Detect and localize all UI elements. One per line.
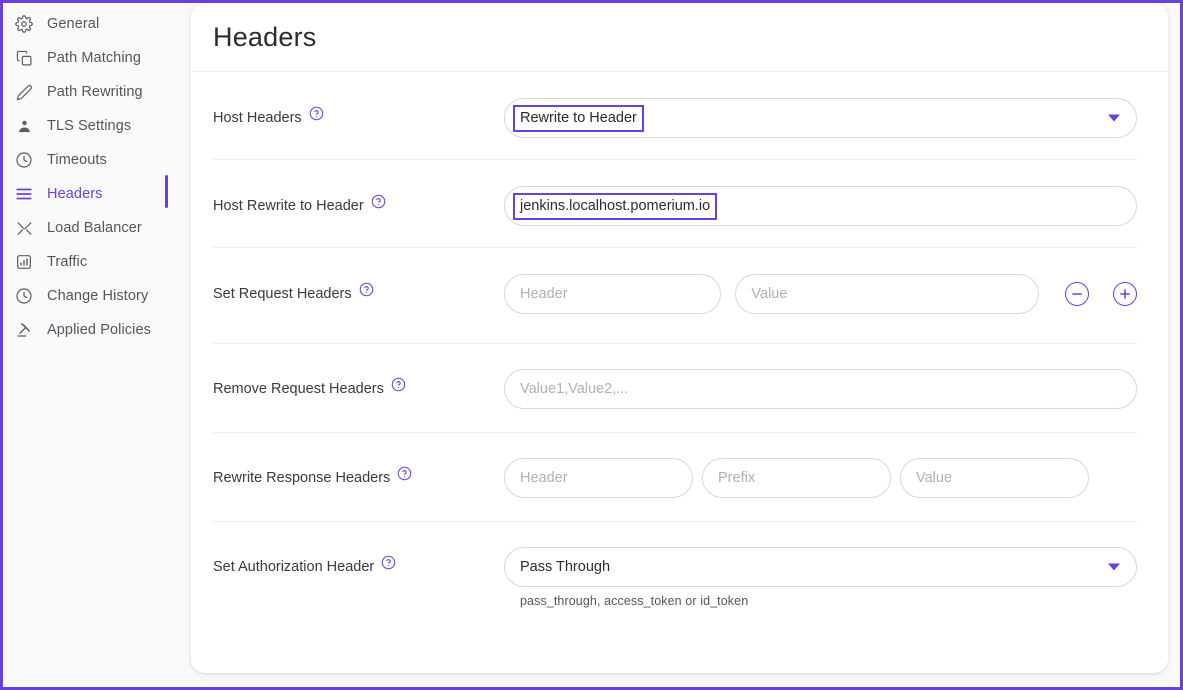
host-rewrite-label-group: Host Rewrite to Header — [213, 198, 504, 214]
rewrite-response-header-value-input[interactable]: Value — [900, 458, 1089, 498]
sidebar-item-headers[interactable]: Headers — [3, 177, 187, 211]
help-icon[interactable] — [381, 555, 396, 570]
sidebar-item-applied-policies[interactable]: Applied Policies — [3, 313, 187, 347]
rewrite-response-headers-field-group: Header Prefix Value — [504, 458, 1137, 498]
gear-icon — [13, 13, 35, 35]
sidebar-item-label: General — [47, 16, 99, 32]
form-row-set-request-headers: Set Request Headers Header — [213, 248, 1137, 344]
sidebar-item-change-history[interactable]: Change History — [3, 279, 187, 313]
remove-request-headers-input[interactable]: Value1,Value2,... — [504, 369, 1137, 409]
app-window: General Path Matching Path Rewriting — [0, 0, 1183, 690]
placeholder-text: Header — [520, 470, 568, 486]
clock-icon — [13, 285, 35, 307]
placeholder-text: Header — [520, 286, 568, 302]
sidebar-item-label: Applied Policies — [47, 322, 151, 338]
person-icon — [13, 115, 35, 137]
remove-request-headers-label-group: Remove Request Headers — [213, 381, 504, 397]
copy-icon — [13, 47, 35, 69]
set-request-header-value-input[interactable]: Value — [735, 274, 1039, 314]
set-request-headers-field-group: Header Value — [504, 274, 1137, 314]
rewrite-response-header-name-input[interactable]: Header — [504, 458, 693, 498]
placeholder-text: Value1,Value2,... — [520, 381, 628, 397]
form-row-remove-request-headers: Remove Request Headers Value1,Value2,... — [213, 344, 1137, 433]
placeholder-text: Prefix — [718, 470, 755, 486]
set-authorization-header-select[interactable]: Pass Through — [504, 547, 1137, 587]
sidebar-item-path-matching[interactable]: Path Matching — [3, 41, 187, 75]
add-row-button[interactable] — [1113, 282, 1137, 306]
help-icon[interactable] — [391, 377, 406, 392]
set-authorization-header-label: Set Authorization Header — [213, 559, 374, 575]
set-request-header-name-input[interactable]: Header — [504, 274, 721, 314]
remove-row-button[interactable] — [1065, 282, 1089, 306]
set-authorization-header-label-group: Set Authorization Header — [213, 559, 504, 575]
gavel-icon — [13, 319, 35, 341]
host-rewrite-to-header-label: Host Rewrite to Header — [213, 198, 364, 214]
page-title: Headers — [213, 22, 316, 53]
lines-icon — [13, 183, 35, 205]
set-authorization-header-field-group: Pass Through pass_through, access_token … — [504, 547, 1137, 608]
rewrite-response-headers-label: Rewrite Response Headers — [213, 470, 390, 486]
host-rewrite-to-header-value: jenkins.localhost.pomerium.io — [515, 195, 715, 218]
form-row-host-headers: Host Headers Rewrite to Header — [213, 72, 1137, 160]
sidebar-item-tls-settings[interactable]: TLS Settings — [3, 109, 187, 143]
sidebar-item-label: Change History — [47, 288, 148, 304]
shuffle-icon — [13, 217, 35, 239]
sidebar-item-path-rewriting[interactable]: Path Rewriting — [3, 75, 187, 109]
sidebar-item-label: Timeouts — [47, 152, 107, 168]
host-headers-field-group: Rewrite to Header — [504, 98, 1137, 138]
settings-card: Headers Host Headers — [191, 3, 1168, 673]
host-headers-select[interactable]: Rewrite to Header — [504, 98, 1137, 138]
form-row-rewrite-response-headers: Rewrite Response Headers Header — [213, 433, 1137, 522]
set-authorization-header-value: Pass Through — [520, 559, 610, 575]
set-request-headers-label-group: Set Request Headers — [213, 286, 504, 302]
host-rewrite-field-group: jenkins.localhost.pomerium.io — [504, 186, 1137, 226]
bar-chart-icon — [13, 251, 35, 273]
chevron-down-icon[interactable] — [1108, 115, 1120, 122]
host-headers-value: Rewrite to Header — [515, 107, 642, 130]
sidebar-item-label: Load Balancer — [47, 220, 142, 236]
host-rewrite-to-header-input[interactable]: jenkins.localhost.pomerium.io — [504, 186, 1137, 226]
placeholder-text: Value — [751, 286, 787, 302]
sidebar-item-label: Path Rewriting — [47, 84, 143, 100]
sidebar-item-label: TLS Settings — [47, 118, 131, 134]
rewrite-response-header-prefix-input[interactable]: Prefix — [702, 458, 891, 498]
form-row-host-rewrite-to-header: Host Rewrite to Header jenkins.localhost… — [213, 160, 1137, 248]
placeholder-text: Value — [916, 470, 952, 486]
remove-request-headers-label: Remove Request Headers — [213, 381, 384, 397]
help-icon[interactable] — [371, 194, 386, 209]
host-headers-label: Host Headers — [213, 110, 302, 126]
sidebar-item-label: Headers — [47, 186, 103, 202]
host-headers-label-group: Host Headers — [213, 110, 504, 126]
set-request-headers-label: Set Request Headers — [213, 286, 352, 302]
form-body: Host Headers Rewrite to Header — [191, 72, 1168, 632]
sidebar-item-timeouts[interactable]: Timeouts — [3, 143, 187, 177]
sidebar-item-load-balancer[interactable]: Load Balancer — [3, 211, 187, 245]
remove-request-headers-field-group: Value1,Value2,... — [504, 369, 1137, 409]
main-content: Headers Host Headers — [187, 3, 1180, 687]
clock-icon — [13, 149, 35, 171]
help-icon[interactable] — [309, 106, 324, 121]
sidebar-item-label: Traffic — [47, 254, 87, 270]
active-indicator-bar — [165, 175, 168, 208]
sidebar-item-traffic[interactable]: Traffic — [3, 245, 187, 279]
rewrite-response-headers-label-group: Rewrite Response Headers — [213, 470, 504, 486]
form-row-set-authorization-header: Set Authorization Header Pass Through — [213, 522, 1137, 632]
chevron-down-icon[interactable] — [1108, 564, 1120, 571]
set-authorization-header-hint: pass_through, access_token or id_token — [504, 594, 1137, 608]
help-icon[interactable] — [359, 282, 374, 297]
card-header: Headers — [191, 3, 1168, 72]
help-icon[interactable] — [397, 466, 412, 481]
sidebar-item-label: Path Matching — [47, 50, 141, 66]
sidebar-item-general[interactable]: General — [3, 7, 187, 41]
pencil-icon — [13, 81, 35, 103]
sidebar-nav: General Path Matching Path Rewriting — [3, 3, 187, 687]
